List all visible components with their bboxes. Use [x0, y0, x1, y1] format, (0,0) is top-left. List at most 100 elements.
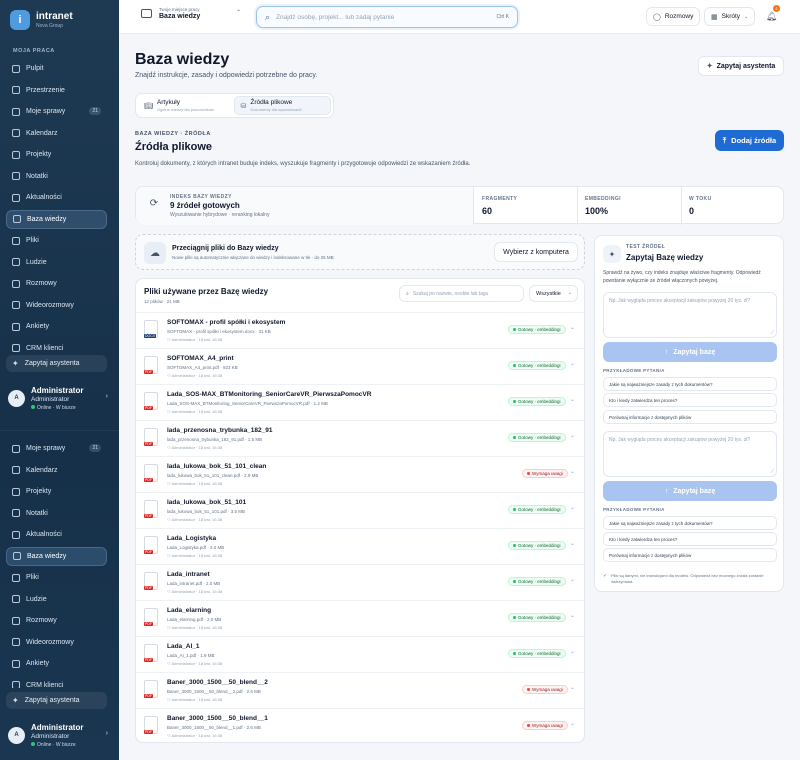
user-role: Administrator — [31, 395, 70, 403]
nav-icon — [12, 258, 20, 266]
example-question[interactable]: Kto i kiedy zatwierdza ten proces? — [603, 532, 777, 546]
example-question[interactable]: Kto i kiedy zatwierdza ten proces? — [603, 393, 777, 407]
sidebar-item[interactable]: Wideorozmowy — [6, 296, 107, 315]
sidebar-item[interactable]: CRM klienci — [6, 339, 107, 352]
chevron-down-icon[interactable]: ⌄ — [570, 468, 575, 475]
file-row[interactable]: PDF lada_przenosna_trybunka_182_91 lada_pr… — [136, 420, 584, 456]
file-dropzone[interactable]: ☁ Przeciągnij pliki do Bazy wiedzy Nowe … — [135, 234, 585, 270]
shortcuts-button[interactable]: ▦ Skróty ⌄ — [704, 7, 756, 26]
sidebar-item[interactable]: Rozmowy — [6, 611, 107, 630]
sidebar-item[interactable]: Notatki — [6, 504, 107, 523]
nav-icon — [12, 86, 20, 94]
sidebar-item[interactable]: Aktualności — [6, 525, 107, 544]
file-row[interactable]: PDF Baner_3000_1500__50_blend__1 Baner_300… — [136, 708, 584, 742]
sidebar-item[interactable]: Ankiety — [6, 317, 107, 336]
file-row[interactable]: PDF Baner_3000_1500__50_blend__2 Baner_300… — [136, 672, 584, 708]
sidebar-assistant-button-2[interactable]: ✦ Zapytaj asystenta — [6, 692, 107, 709]
choose-file-button[interactable]: Wybierz z komputera — [494, 242, 578, 262]
sidebar-item[interactable]: Ludzie — [6, 253, 107, 272]
resize-handle-icon[interactable]: ⟋ — [770, 330, 774, 336]
resize-handle-icon[interactable]: ⟋ — [770, 469, 774, 475]
sidebar-item[interactable]: Baza wiedzy — [6, 209, 107, 229]
chevron-down-icon[interactable]: ⌄ — [570, 432, 575, 439]
status-badge: Gotowy · embeddingi — [508, 397, 566, 406]
sidebar-item[interactable]: Rozmowy — [6, 274, 107, 293]
chevron-down-icon[interactable]: ⌄ — [570, 684, 575, 691]
sidebar-item[interactable]: Pliki — [6, 568, 107, 587]
add-sources-button[interactable]: ⤒ Dodaj źródła — [715, 130, 784, 151]
ask-base-button-2[interactable]: ↑ Zapytaj bazę — [603, 481, 777, 501]
chevron-down-icon[interactable]: ⌄ — [570, 576, 575, 583]
workspace-caption: Twoje miejsce pracy — [159, 7, 200, 12]
user-card[interactable]: A Administrator Administrator Online · W… — [8, 379, 112, 417]
file-type-tag: PDF — [144, 370, 153, 374]
workspace-switcher[interactable]: Twoje miejsce pracy Baza wiedzy — [141, 7, 200, 20]
chevron-right-icon: › — [105, 730, 108, 737]
sidebar-item[interactable]: Pulpit — [6, 59, 107, 78]
files-search-input[interactable]: ⌕ Szukaj po nazwie, osobie lub tagu — [399, 285, 524, 302]
sidebar-item[interactable]: CRM klienci — [6, 676, 107, 688]
example-question[interactable]: Porównaj informacje z dostępnych plików — [603, 410, 777, 424]
file-owner-text: Administrator · 18 kwi, 16:38 — [171, 481, 223, 486]
file-meta: Baner_3000_1500__50_blend__2.pdf · 2.6 M… — [167, 689, 261, 694]
file-owner-text: Administrator · 18 kwi, 16:38 — [171, 661, 223, 666]
file-row[interactable]: DOCX SOFTOMAX - profil spółki i ekosystem… — [136, 312, 584, 348]
sidebar-item[interactable]: Kalendarz — [6, 124, 107, 143]
search-icon: ⌕ — [406, 290, 409, 297]
chats-button[interactable]: ◯ Rozmowy — [646, 7, 701, 26]
chevron-down-icon[interactable]: ⌄ — [570, 324, 575, 331]
file-row[interactable]: PDF lada_lukowa_bok_51_101 lada_lukowa_bok… — [136, 492, 584, 528]
file-row[interactable]: PDF Lada_elarning Lada_elarning.pdf · 2.0 … — [136, 600, 584, 636]
question-textarea-2[interactable]: Np. Jak wygląda proces akceptacji zakupó… — [603, 431, 777, 477]
example-question[interactable]: Porównaj informacje z dostępnych plików — [603, 548, 777, 562]
example-question[interactable]: Jakie są najważniejsze zasady z tych dok… — [603, 516, 777, 530]
user-card-2[interactable]: A Administrator Administrator Online · W… — [8, 716, 112, 754]
sidebar-assistant-button[interactable]: ✦ Zapytaj asystenta — [6, 355, 107, 372]
chevron-down-icon[interactable]: ⌄ — [570, 648, 575, 655]
tab-articles[interactable]: 📖︎ Artykuły Ogólne wiedzy dla pracownikó… — [138, 96, 234, 115]
files-count: 12 plików · 21 MB — [144, 299, 180, 304]
example-question[interactable]: Jakie są najważniejsze zasady z tych dok… — [603, 377, 777, 391]
sidebar-item[interactable]: Notatki — [6, 167, 107, 186]
sidebar-item-label: Notatki — [26, 172, 48, 180]
sidebar-item[interactable]: Pliki — [6, 231, 107, 250]
file-row[interactable]: PDF Lada_SOS-MAX_BTMonitoring_SeniorCareV… — [136, 384, 584, 420]
sidebar-item[interactable]: Projekty — [6, 482, 107, 501]
online-dot — [31, 404, 35, 409]
chevron-down-icon[interactable]: ⌄ — [570, 360, 575, 367]
sidebar-item[interactable]: Baza wiedzy — [6, 546, 107, 566]
search-input[interactable]: Znajdź osobę, projekt... lub zadaj pytan… — [276, 14, 496, 21]
chevron-down-icon[interactable]: ⌄ — [236, 6, 241, 13]
file-row[interactable]: PDF SOFTOMAX_A4_print SOFTOMAX_A4_print.pd… — [136, 348, 584, 384]
brand[interactable]: i intranet Nova Group — [10, 10, 73, 30]
file-row[interactable]: PDF lada_lukowa_bok_51_101_clean lada_luko… — [136, 456, 584, 492]
sidebar-item[interactable]: Kalendarz — [6, 461, 107, 480]
sidebar-item[interactable]: Projekty — [6, 145, 107, 164]
sidebar-item[interactable]: Wideorozmowy — [6, 633, 107, 652]
ask-base-button[interactable]: ↑ Zapytaj bazę — [603, 342, 777, 362]
chevron-down-icon[interactable]: ⌄ — [570, 612, 575, 619]
file-title: lada_lukowa_bok_51_101_clean — [167, 463, 267, 470]
files-filter-select[interactable]: Wszystkie ⌄ — [529, 285, 578, 302]
tab-file-sources[interactable]: ⛁ Źródła plikowe Dokumenty dla wyszukiwa… — [233, 96, 331, 115]
chevron-down-icon[interactable]: ⌄ — [570, 720, 575, 727]
chevron-down-icon[interactable]: ⌄ — [570, 396, 575, 403]
file-row[interactable]: PDF Lada_Logistyka Lada_Logistyka.pdf · 2.… — [136, 528, 584, 564]
global-search[interactable]: ⌕ Znajdź osobę, projekt... lub zadaj pyt… — [256, 6, 518, 28]
chevron-down-icon[interactable]: ⌄ — [570, 540, 575, 547]
file-row[interactable]: PDF Lada_AI_1 Lada_AI_1.pdf · 1.9 MB ⚇ Admi… — [136, 636, 584, 672]
status-dot — [527, 724, 530, 727]
status-text: Gotowy · embeddingi — [518, 651, 561, 656]
chevron-down-icon[interactable]: ⌄ — [570, 504, 575, 511]
file-title: Lada_SOS-MAX_BTMonitoring_SeniorCareVR_P… — [167, 391, 372, 398]
sidebar-item[interactable]: Moje sprawy 21 — [6, 439, 107, 458]
sidebar-item[interactable]: Moje sprawy 21 — [6, 102, 107, 121]
file-row[interactable]: PDF Lada_intranet Lada_intranet.pdf · 2.0 … — [136, 564, 584, 600]
sidebar-item[interactable]: Przestrzenie — [6, 81, 107, 100]
sidebar-item[interactable]: Ankiety — [6, 654, 107, 673]
ask-assistant-button[interactable]: ✦ Zapytaj asystenta — [698, 56, 784, 76]
question-textarea[interactable]: Np. Jak wygląda proces akceptacji zakupó… — [603, 292, 777, 338]
sidebar-item[interactable]: Aktualności — [6, 188, 107, 207]
sidebar-item-label: Ludzie — [26, 595, 47, 603]
sidebar-item[interactable]: Ludzie — [6, 590, 107, 609]
